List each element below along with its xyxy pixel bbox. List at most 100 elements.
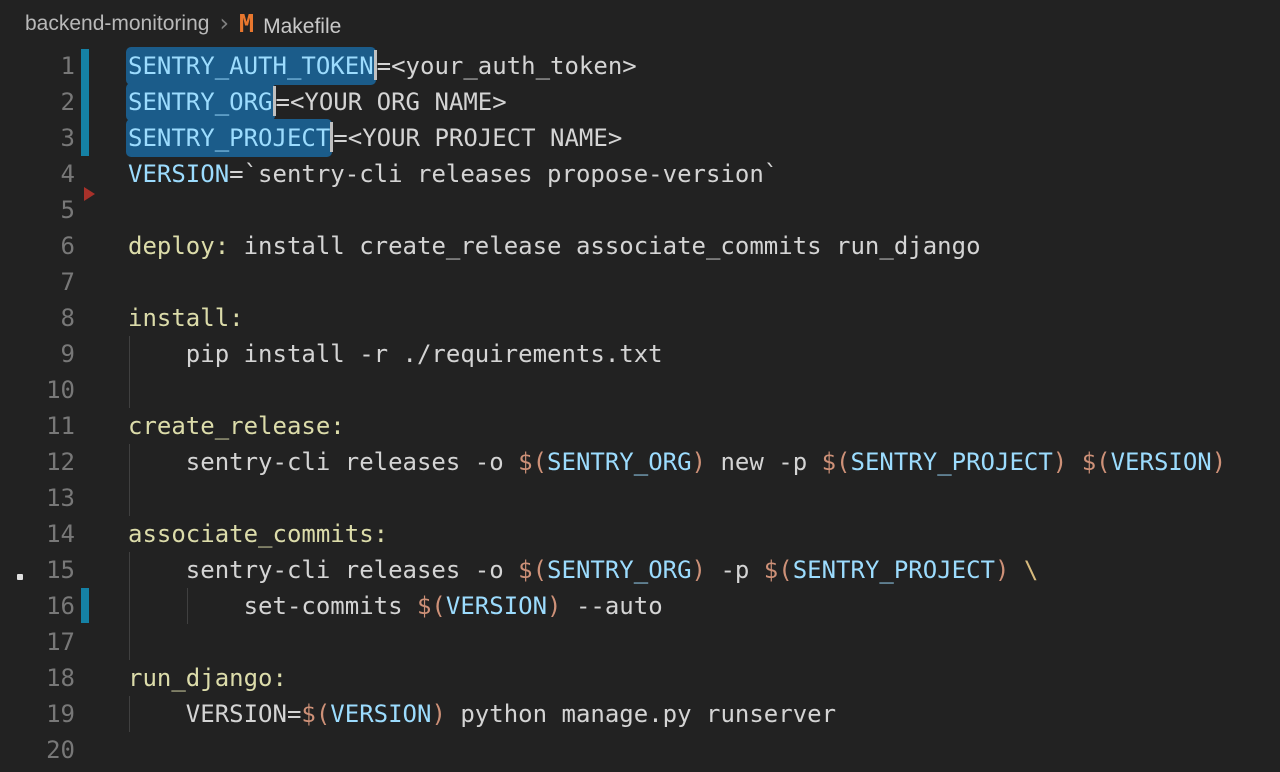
code-token: $( (417, 592, 446, 620)
code-token: $( (1082, 448, 1111, 476)
selected-code-token: SENTRY_PROJECT (126, 119, 332, 157)
code-line[interactable]: 7 (0, 264, 1280, 300)
code-line[interactable]: 19 VERSION=$(VERSION) python manage.py r… (0, 696, 1280, 732)
code-token: $( (764, 556, 793, 584)
line-number[interactable]: 10 (0, 372, 75, 408)
code-token: ) (1212, 448, 1226, 476)
line-number[interactable]: 1 (0, 48, 75, 84)
line-number[interactable]: 18 (0, 660, 75, 696)
git-modified-bar[interactable] (81, 49, 89, 156)
indent-guide (129, 372, 130, 408)
breadcrumb-file-label: Makefile (263, 15, 341, 38)
line-number[interactable]: 17 (0, 624, 75, 660)
git-modified-bar[interactable] (81, 588, 89, 623)
code-token: $( (518, 556, 547, 584)
code-token: SENTRY_ORG (547, 556, 692, 584)
breadcrumb-folder[interactable]: backend-monitoring (25, 12, 209, 36)
code-token: VERSION (128, 160, 229, 188)
code-line[interactable]: 16 set-commits $(VERSION) --auto (0, 588, 1280, 624)
code-line[interactable]: 18 run_django: (0, 660, 1280, 696)
code-line-content[interactable]: set-commits $(VERSION) --auto (128, 588, 663, 624)
code-line[interactable]: 3 SENTRY_PROJECT=<YOUR PROJECT NAME> (0, 120, 1280, 156)
line-number[interactable]: 6 (0, 228, 75, 264)
code-line-content[interactable]: create_release: (128, 408, 345, 444)
code-token: =`sentry-cli releases propose-version` (229, 160, 778, 188)
code-line[interactable]: 2 SENTRY_ORG=<YOUR ORG NAME> (0, 84, 1280, 120)
code-line[interactable]: 8 install: (0, 300, 1280, 336)
code-line-content[interactable]: VERSION=$(VERSION) python manage.py runs… (128, 696, 836, 732)
code-line-content[interactable]: associate_commits: (128, 516, 388, 552)
code-token: \ (1024, 556, 1038, 584)
line-number[interactable]: 20 (0, 732, 75, 768)
selected-code-token: SENTRY_AUTH_TOKEN (126, 47, 376, 85)
line-number[interactable]: 14 (0, 516, 75, 552)
selected-code-token: SENTRY_ORG (126, 83, 275, 121)
editor-lines: 1 SENTRY_AUTH_TOKEN=<your_auth_token> 2 SEN… (0, 48, 1280, 768)
code-token: -p (706, 556, 764, 584)
code-line[interactable]: 11 create_release: (0, 408, 1280, 444)
code-token: VERSION (1111, 448, 1212, 476)
line-number[interactable]: 19 (0, 696, 75, 732)
code-line-content[interactable]: SENTRY_PROJECT=<YOUR PROJECT NAME> (128, 120, 622, 156)
code-line[interactable]: 12 sentry-cli releases -o $(SENTRY_ORG) … (0, 444, 1280, 480)
code-line-content[interactable]: deploy: install create_release associate… (128, 228, 981, 264)
code-line[interactable]: 6 deploy: install create_release associat… (0, 228, 1280, 264)
code-editor[interactable]: 1 SENTRY_AUTH_TOKEN=<your_auth_token> 2 SEN… (0, 48, 1280, 772)
code-line-content[interactable]: install: (128, 300, 244, 336)
code-line[interactable]: 20 (0, 732, 1280, 768)
code-token: ) (995, 556, 1009, 584)
code-token: =<your_auth_token> (377, 52, 637, 80)
line-number[interactable]: 8 (0, 300, 75, 336)
code-line-content[interactable]: sentry-cli releases -o $(SENTRY_ORG) -p … (128, 552, 1038, 588)
line-number[interactable]: 7 (0, 264, 75, 300)
breadcrumb-separator-icon: › (209, 9, 239, 39)
code-line-content[interactable]: pip install -r ./requirements.txt (128, 336, 663, 372)
line-number[interactable]: 9 (0, 336, 75, 372)
code-token: VERSION (330, 700, 431, 728)
code-line[interactable]: 4 VERSION=`sentry-cli releases propose-ve… (0, 156, 1280, 192)
line-number[interactable]: 5 (0, 192, 75, 228)
code-line[interactable]: 5 (0, 192, 1280, 228)
code-token: install: (128, 304, 244, 332)
line-number[interactable]: 3 (0, 120, 75, 156)
line-number[interactable]: 2 (0, 84, 75, 120)
code-token: ) (692, 448, 706, 476)
code-line[interactable]: 17 (0, 624, 1280, 660)
code-token: new -p (706, 448, 822, 476)
breadcrumb: backend-monitoring › MMakefile (0, 0, 1280, 48)
line-number[interactable]: 12 (0, 444, 75, 480)
code-line[interactable]: 10 (0, 372, 1280, 408)
breadcrumb-file[interactable]: MMakefile (239, 10, 341, 39)
indent-guide (129, 480, 130, 516)
code-token: install create_release associate_commits… (229, 232, 980, 260)
code-token: $( (518, 448, 547, 476)
code-line-content[interactable]: sentry-cli releases -o $(SENTRY_ORG) new… (128, 444, 1226, 480)
code-line-content[interactable]: SENTRY_AUTH_TOKEN=<your_auth_token> (128, 48, 637, 84)
code-token: deploy: (128, 232, 229, 260)
code-token: =<YOUR PROJECT NAME> (333, 124, 622, 152)
line-number[interactable]: 11 (0, 408, 75, 444)
code-line-content[interactable]: SENTRY_ORG=<YOUR ORG NAME> (128, 84, 507, 120)
code-line[interactable]: 15 sentry-cli releases -o $(SENTRY_ORG) … (0, 552, 1280, 588)
code-token: python manage.py runserver (446, 700, 836, 728)
code-line-content[interactable]: run_django: (128, 660, 287, 696)
code-token: run_django: (128, 664, 287, 692)
line-number[interactable]: 16 (0, 588, 75, 624)
code-token: SENTRY_PROJECT (851, 448, 1053, 476)
code-token: $( (822, 448, 851, 476)
code-line[interactable]: 13 (0, 480, 1280, 516)
line-number[interactable]: 15 (0, 552, 75, 588)
code-token: pip install -r ./requirements.txt (128, 340, 663, 368)
code-token (1009, 556, 1023, 584)
code-token: sentry-cli releases -o (128, 556, 518, 584)
code-line-content[interactable]: VERSION=`sentry-cli releases propose-ver… (128, 156, 778, 192)
line-number[interactable]: 4 (0, 156, 75, 192)
git-deleted-marker-icon[interactable] (84, 187, 95, 201)
code-line[interactable]: 1 SENTRY_AUTH_TOKEN=<your_auth_token> (0, 48, 1280, 84)
code-token: set-commits (128, 592, 417, 620)
line-number[interactable]: 13 (0, 480, 75, 516)
code-line[interactable]: 14 associate_commits: (0, 516, 1280, 552)
mouse-cursor-artifact (17, 574, 23, 580)
code-token: sentry-cli releases -o (128, 448, 518, 476)
code-line[interactable]: 9 pip install -r ./requirements.txt (0, 336, 1280, 372)
